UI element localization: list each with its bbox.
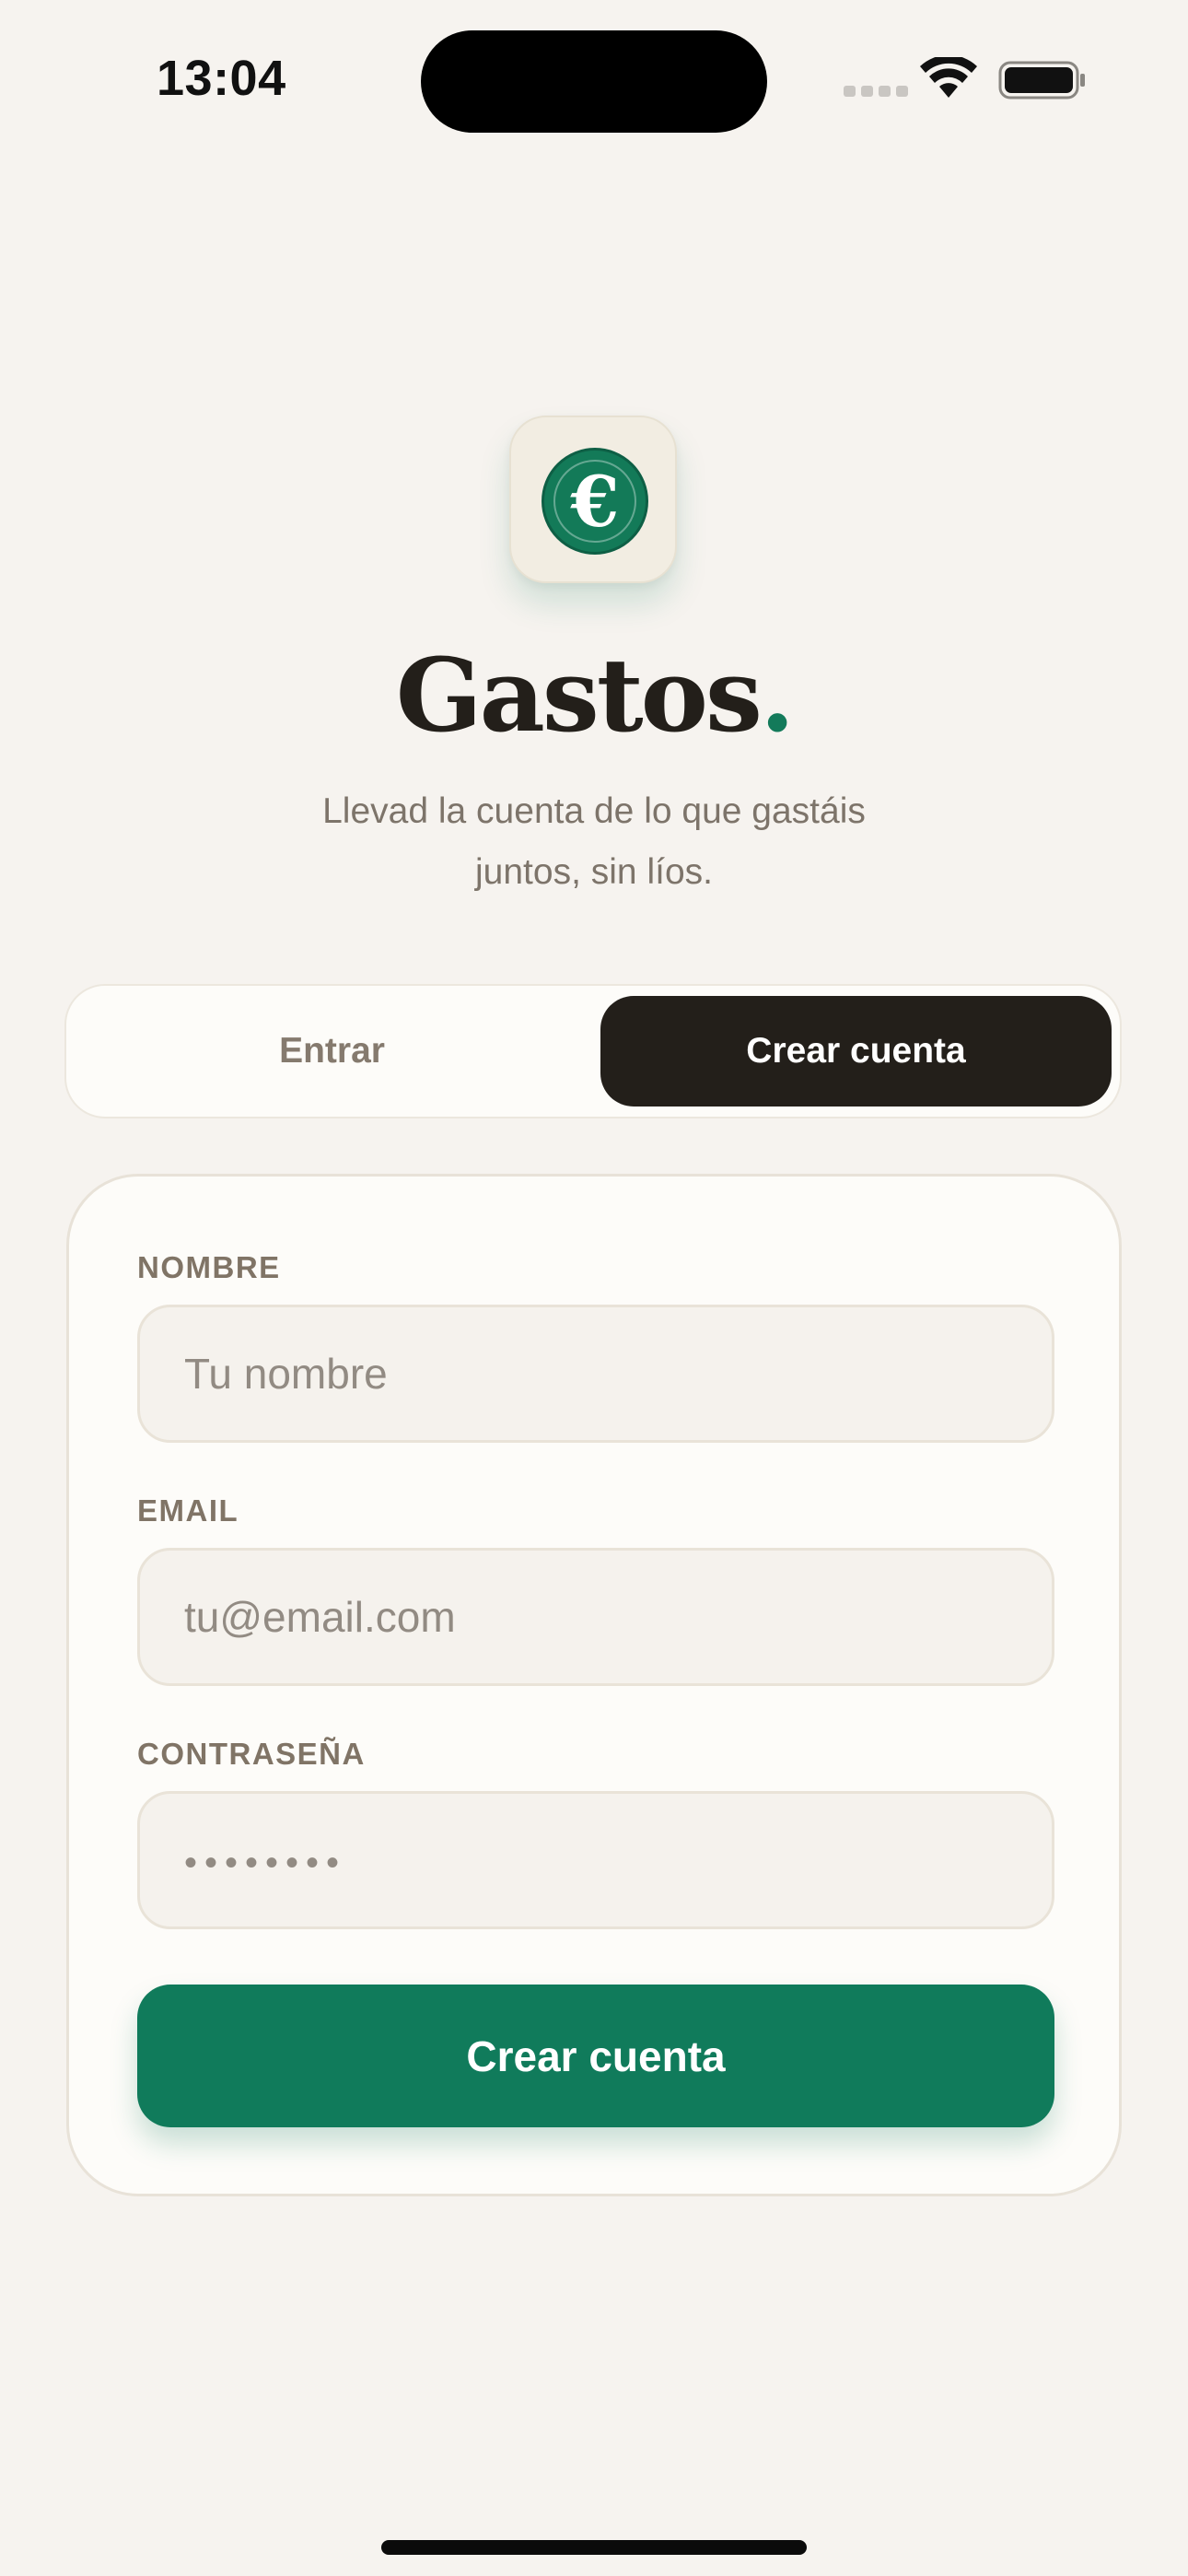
password-field[interactable] bbox=[137, 1791, 1054, 1929]
app-title-text: Gastos bbox=[395, 636, 763, 755]
email-label: EMAIL bbox=[137, 1493, 239, 1528]
wifi-icon bbox=[920, 57, 977, 98]
tab-login[interactable]: Entrar bbox=[76, 996, 588, 1107]
create-account-button[interactable]: Crear cuenta bbox=[137, 1985, 1054, 2127]
name-label: NOMBRE bbox=[137, 1250, 281, 1284]
email-field[interactable] bbox=[137, 1548, 1054, 1686]
app-title: Gastos. bbox=[0, 636, 1188, 755]
auth-mode-segmented-control: Entrar Crear cuenta bbox=[64, 984, 1122, 1118]
app-logo: € bbox=[509, 416, 677, 583]
euro-symbol: € bbox=[570, 460, 620, 543]
app-subtitle: Llevad la cuenta de lo que gastáis junto… bbox=[322, 791, 866, 892]
battery-icon bbox=[998, 61, 1085, 100]
status-time: 13:04 bbox=[157, 51, 286, 106]
app-title-dot: . bbox=[759, 636, 795, 755]
signup-form-card: NOMBRE EMAIL CONTRASEÑA Crear cuenta bbox=[66, 1174, 1122, 2196]
cellular-signal-icon bbox=[844, 86, 908, 97]
home-indicator bbox=[381, 2540, 807, 2555]
signup-screen: 13:04 € Gastos. Llevad la cuenta de lo q… bbox=[0, 0, 1188, 2576]
password-label: CONTRASEÑA bbox=[137, 1737, 366, 1771]
name-field[interactable] bbox=[137, 1305, 1054, 1443]
tab-signup[interactable]: Crear cuenta bbox=[600, 996, 1112, 1107]
euro-coin-icon: € bbox=[542, 448, 648, 555]
dynamic-island bbox=[421, 30, 767, 133]
